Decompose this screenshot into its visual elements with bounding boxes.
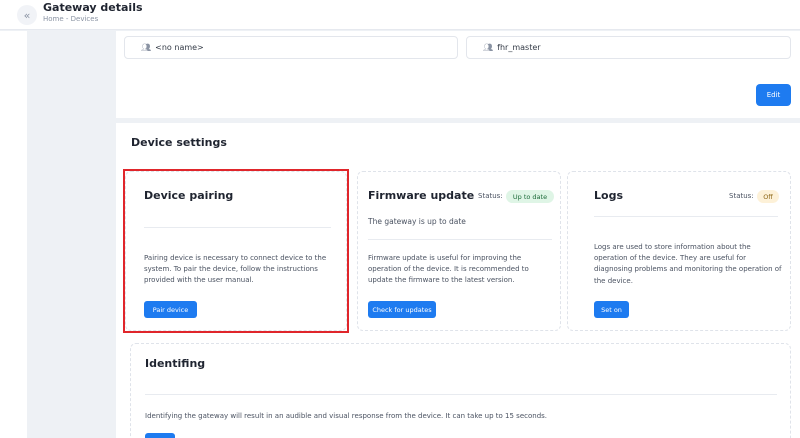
logs-description: Logs are used to store information about… <box>594 243 782 285</box>
logs-status-badge: Off <box>757 190 779 203</box>
logs-status-label: Status: <box>729 192 754 200</box>
sidebar <box>0 31 27 438</box>
logs-panel: Logs Status: Off Logs are used to store … <box>567 171 791 331</box>
breadcrumb: Home - Devices <box>43 15 99 23</box>
highlight-box <box>123 169 349 333</box>
page-title: Gateway details <box>43 1 143 14</box>
device-settings-title: Device settings <box>131 136 227 149</box>
people-icon: 👥︎ <box>141 43 152 52</box>
firmware-update-title: Firmware update <box>368 189 475 202</box>
set-on-button[interactable]: Set on <box>594 301 629 318</box>
people-icon: 👥︎ <box>483 43 494 52</box>
gateway-name-field[interactable]: 👥︎ <no name> <box>124 36 458 59</box>
firmware-status-label: Status: <box>478 192 503 200</box>
divider <box>145 394 777 395</box>
logs-title: Logs <box>594 189 623 202</box>
firmware-subtitle: The gateway is up to date <box>368 217 466 226</box>
master-name-field[interactable]: 👥︎ fhr_master <box>466 36 791 59</box>
chevron-left-icon: « <box>23 8 31 22</box>
firmware-update-panel: Firmware update Status: Up to date The g… <box>357 171 561 331</box>
edit-button[interactable]: Edit <box>756 84 791 106</box>
device-settings-card: Device settings Device pairing Pairing d… <box>116 123 800 438</box>
identify-button[interactable] <box>145 433 175 438</box>
identifying-description: Identifying the gateway will result in a… <box>145 412 548 420</box>
back-button[interactable]: « <box>17 5 37 25</box>
gateway-names-card: 👥︎ <no name> 👥︎ fhr_master Edit <box>116 31 800 118</box>
identifying-title: Identifing <box>145 357 206 370</box>
master-name-value: fhr_master <box>497 43 541 52</box>
gateway-name-value: <no name> <box>155 43 204 52</box>
firmware-status-badge: Up to date <box>506 190 554 203</box>
top-bar: « Gateway details Home - Devices <box>0 0 800 30</box>
firmware-description: Firmware update is useful for improving … <box>368 254 529 285</box>
identifying-panel: Identifing Identifying the gateway will … <box>130 343 791 438</box>
check-for-updates-button[interactable]: Check for updates <box>368 301 436 318</box>
divider <box>594 216 778 217</box>
divider <box>368 239 552 240</box>
